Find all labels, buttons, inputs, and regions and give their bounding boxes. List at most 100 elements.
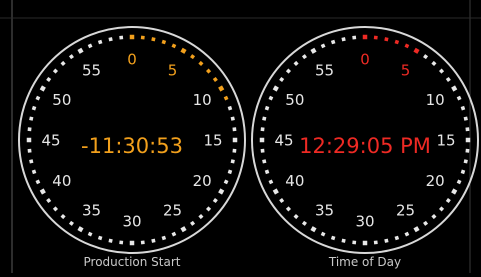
production-start-number-25: 25 (163, 202, 182, 220)
production-start-second-dot (108, 37, 113, 42)
time-of-day-number-20: 20 (426, 172, 445, 190)
production-start-second-dot (27, 148, 32, 153)
time-of-day-second-dot (460, 105, 466, 111)
production-start-second-dot (227, 105, 233, 111)
production-start-second-dot (223, 179, 229, 185)
production-start-second-dot (46, 76, 52, 82)
production-start-second-dot (77, 226, 84, 233)
time-of-day-second-dot (272, 188, 279, 195)
time-of-day-second-dot (438, 68, 445, 74)
time-of-day-second-dot (264, 169, 270, 175)
production-start-second-dot (87, 231, 93, 237)
production-start-second-dot (190, 54, 196, 60)
production-start-number-10: 10 (193, 91, 212, 109)
time-of-day-second-dot (394, 235, 400, 241)
production-start-second-dot (39, 85, 46, 92)
time-of-day-second-dot (394, 39, 400, 45)
time-of-day-second-dot (301, 54, 307, 60)
production-start-second-dot (129, 240, 135, 246)
production-start-number-40: 40 (52, 172, 71, 190)
time-of-day-second-dot (268, 95, 274, 101)
production-start-second-dot (171, 231, 177, 237)
production-start-second-dot (68, 220, 74, 226)
time-of-day-clock: 0 5 10 15 20 25 30 35 40 45 50 55 12:29:05 PM Time … (251, 26, 479, 269)
time-of-day-second-dot (260, 127, 265, 132)
time-of-day-second-dot (431, 60, 437, 67)
production-start-number-5: 5 (168, 61, 178, 79)
production-start-second-dot (232, 127, 237, 132)
production-start-second-dot (190, 220, 196, 226)
production-start-second-dot (68, 54, 74, 60)
production-start-second-dot (161, 235, 167, 241)
time-of-day-second-dot (285, 68, 292, 74)
time-of-day-second-dot (352, 240, 357, 245)
time-of-day-number-35: 35 (315, 202, 334, 220)
production-start-readout: -11:30:53 (81, 134, 183, 158)
time-of-day-number-15: 15 (436, 132, 455, 150)
production-start-second-dot (119, 240, 124, 245)
production-start-second-dot (218, 85, 225, 92)
production-start-number-15: 15 (203, 132, 222, 150)
production-start-second-dot (212, 76, 218, 82)
time-of-day-second-dot (423, 54, 429, 60)
time-of-day-second-dot (404, 231, 410, 237)
time-of-day-second-dot (413, 47, 420, 54)
production-start-number-50: 50 (52, 91, 71, 109)
production-start-second-dot (180, 47, 187, 54)
time-of-day-second-dot (404, 43, 410, 49)
time-of-day-second-dot (431, 213, 437, 220)
time-of-day-second-dot (293, 213, 299, 220)
time-of-day-second-dot (264, 105, 270, 111)
production-start-second-dot (39, 188, 46, 195)
time-of-day-second-dot (460, 169, 466, 175)
production-start-second-dot (77, 47, 84, 54)
production-start-second-dot (60, 213, 66, 220)
time-of-day-second-dot (456, 95, 462, 101)
time-of-day-number-40: 40 (285, 172, 304, 190)
time-of-day-number-10: 10 (426, 91, 445, 109)
time-of-day-second-dot (373, 240, 378, 245)
production-start-second-dot (212, 198, 218, 204)
time-of-day-second-dot (373, 35, 378, 40)
time-of-day-number-25: 25 (396, 202, 415, 220)
time-of-day-second-dot (465, 148, 470, 153)
production-start-clock: 0 5 10 15 20 25 30 35 40 45 50 55 -11:30:53 Product… (18, 26, 246, 269)
time-of-day-second-dot (362, 34, 368, 40)
production-start-second-dot (60, 60, 66, 67)
production-start-second-dot (29, 159, 34, 164)
production-start-second-dot (129, 34, 135, 40)
time-of-day-second-dot (279, 198, 285, 204)
time-of-day-second-dot (463, 116, 468, 121)
time-of-day-second-dot (279, 76, 285, 82)
production-start-second-dot (52, 206, 59, 212)
production-start-number-30: 30 (122, 213, 141, 231)
production-start-second-dot (230, 159, 235, 164)
production-start-second-dot (35, 179, 41, 185)
clock-panel: 0 5 10 15 20 25 30 35 40 45 50 55 -11:30:53 Product… (0, 0, 481, 273)
time-of-day-second-dot (260, 148, 265, 153)
production-start-second-dot (31, 169, 37, 175)
time-of-day-number-45: 45 (274, 132, 293, 150)
time-of-day-number-5: 5 (401, 61, 411, 79)
time-of-day-second-dot (320, 231, 326, 237)
production-start-second-dot (140, 240, 145, 245)
production-start-second-dot (230, 116, 235, 121)
time-of-day-second-dot (463, 159, 468, 164)
production-start-second-dot (227, 169, 233, 175)
production-start-second-dot (151, 37, 156, 42)
production-start-second-dot (29, 116, 34, 121)
production-start-second-dot (52, 68, 59, 74)
production-start-second-dot (140, 35, 145, 40)
production-start-second-dot (198, 213, 204, 220)
production-start-second-dot (27, 127, 32, 132)
time-of-day-second-dot (262, 159, 267, 164)
production-start-number-20: 20 (193, 172, 212, 190)
production-start-second-dot (87, 43, 93, 49)
time-of-day-second-dot (341, 37, 346, 42)
production-start-second-dot (205, 68, 212, 74)
time-of-day-number-55: 55 (315, 61, 334, 79)
time-of-day-second-dot (259, 137, 265, 143)
time-of-day-second-dot (330, 235, 336, 241)
production-start-second-dot (205, 206, 212, 212)
production-start-number-35: 35 (82, 202, 101, 220)
